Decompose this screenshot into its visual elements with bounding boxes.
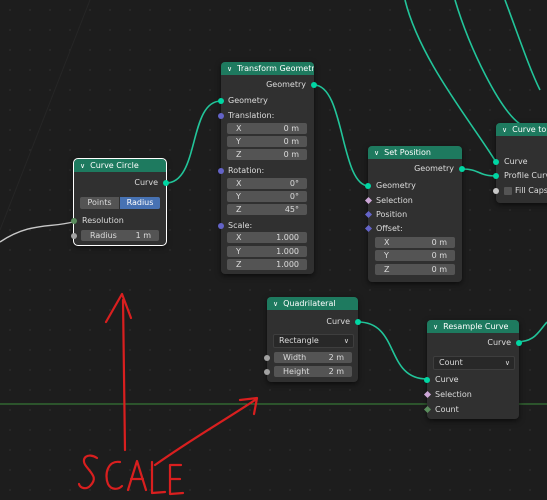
node-editor-canvas[interactable]: ∨ Curve Circle Curve Points Radius Resolu… [0, 0, 547, 500]
up-arrow-head [104, 292, 133, 324]
letter-c [105, 460, 124, 490]
diagonal-arrow-shaft [153, 398, 257, 467]
handwritten-annotation [77, 292, 259, 496]
up-arrow-shaft [121, 298, 127, 452]
letter-l [150, 460, 167, 495]
letter-e [168, 463, 185, 496]
letter-s [77, 454, 99, 490]
letter-a [126, 459, 148, 492]
